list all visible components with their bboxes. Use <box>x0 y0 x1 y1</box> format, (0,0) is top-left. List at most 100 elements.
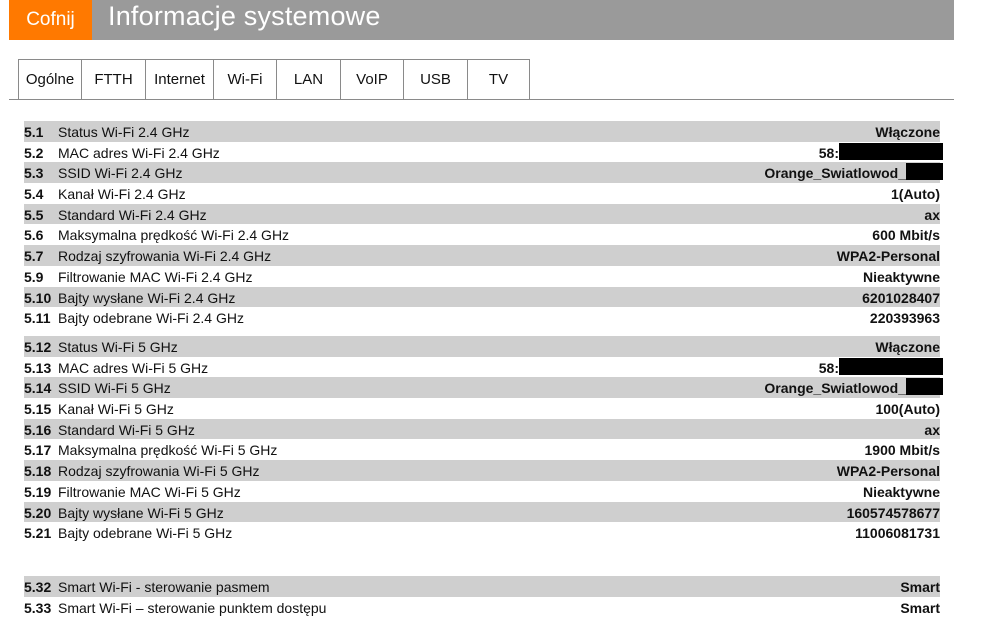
redaction-bar <box>906 163 943 181</box>
row-value: 100(Auto) <box>875 401 940 418</box>
row-value: WPA2-Personal <box>836 248 940 265</box>
page-title: Informacje systemowe <box>108 1 381 31</box>
row-number: 5.17 <box>24 442 52 459</box>
row-number: 5.4 <box>24 186 44 203</box>
info-row: 5.16 Standard Wi-Fi 5 GHz ax <box>24 418 940 440</box>
row-number: 5.18 <box>24 463 52 480</box>
row-number: 5.11 <box>24 310 51 327</box>
row-label: Standard Wi-Fi 5 GHz <box>58 421 195 438</box>
info-row: 5.7 Rodzaj szyfrowania Wi-Fi 2.4 GHz WPA2-… <box>24 245 940 266</box>
row-number: 5.3 <box>24 165 44 182</box>
page-margin <box>954 0 999 626</box>
row-label: Bajty wysłane Wi-Fi 2.4 GHz <box>58 289 236 306</box>
row-number: 5.1 <box>24 124 44 140</box>
row-number: 5.20 <box>24 504 52 521</box>
tab-lan[interactable]: LAN <box>276 59 340 100</box>
row-value: Smart <box>900 599 940 616</box>
info-row: 5.33 Smart Wi-Fi – sterowanie punktem dos… <box>24 597 940 618</box>
row-number: 5.9 <box>24 268 44 285</box>
row-value: Nieaktywne <box>862 483 940 500</box>
wifi-24-section: 5.1 Status Wi-Fi 2.4 GHz Włączone 5.2 MAC ad… <box>24 121 943 328</box>
row-number: 5.14 <box>24 380 52 397</box>
tab-internet[interactable]: Internet <box>145 59 213 100</box>
row-label: Rodzaj szyfrowania Wi-Fi 2.4 GHz <box>58 248 272 265</box>
info-row: 5.21 Bajty odebrane Wi-Fi 5 GHz 1100608173… <box>24 522 940 543</box>
redaction-bar <box>839 357 943 375</box>
row-number: 5.15 <box>24 401 52 418</box>
tab-wi-fi[interactable]: Wi-Fi <box>213 59 276 100</box>
row-label: Kanał Wi-Fi 5 GHz <box>58 401 174 418</box>
row-value: Orange_Swiatlowod_ <box>764 165 906 182</box>
row-number: 5.5 <box>24 206 44 223</box>
row-value: 220393963 <box>869 310 940 327</box>
info-row: 5.18 Rodzaj szyfrowania Wi-Fi 5 GHz WPA2-P… <box>24 460 940 481</box>
tab-usb[interactable]: USB <box>403 59 467 100</box>
row-number: 5.32 <box>24 579 52 595</box>
row-label: Maksymalna prędkość Wi-Fi 2.4 GHz <box>58 227 290 244</box>
row-label: Filtrowanie MAC Wi-Fi 5 GHz <box>58 483 241 500</box>
info-row: 5.32 Smart Wi-Fi - sterowanie pasmem Smart <box>24 576 940 597</box>
row-number: 5.13 <box>24 359 52 376</box>
row-value: Nieaktywne <box>862 268 940 285</box>
back-button[interactable]: Cofnij <box>9 0 92 40</box>
tab-voip[interactable]: VoIP <box>340 59 403 100</box>
row-label: MAC adres Wi-Fi 5 GHz <box>58 359 209 376</box>
row-label: Smart Wi-Fi - sterowanie pasmem <box>58 579 270 595</box>
info-row: 5.12 Status Wi-Fi 5 GHz Włączone <box>24 336 940 357</box>
row-value: Włączone <box>875 124 940 140</box>
row-value: 6201028407 <box>862 289 940 306</box>
row-value: 600 Mbit/s <box>872 227 940 244</box>
row-label: MAC adres Wi-Fi 2.4 GHz <box>58 144 220 161</box>
info-row: 5.1 Status Wi-Fi 2.4 GHz Włączone <box>24 121 940 142</box>
info-row: 5.9 Filtrowanie MAC Wi-Fi 2.4 GHz Nieaktyw… <box>24 266 940 287</box>
row-label: Maksymalna prędkość Wi-Fi 5 GHz <box>58 442 278 459</box>
info-row: 5.2 MAC adres Wi-Fi 2.4 GHz 58: <box>24 142 943 163</box>
row-number: 5.16 <box>24 421 52 438</box>
row-label: Standard Wi-Fi 2.4 GHz <box>58 206 207 223</box>
row-value: Orange_Swiatlowod_ <box>764 380 906 397</box>
row-value: WPA2-Personal <box>836 463 940 480</box>
row-number: 5.33 <box>24 599 52 616</box>
row-label: SSID Wi-Fi 2.4 GHz <box>58 165 183 182</box>
info-row: 5.6 Maksymalna prędkość Wi-Fi 2.4 GHz 600 … <box>24 224 940 245</box>
row-label: Status Wi-Fi 5 GHz <box>58 339 178 355</box>
info-row: 5.13 MAC adres Wi-Fi 5 GHz 58: <box>24 357 943 378</box>
row-number: 5.10 <box>24 289 52 306</box>
row-label: Bajty odebrane Wi-Fi 5 GHz <box>58 525 233 542</box>
row-value: 58: <box>818 144 839 161</box>
wifi-5-section: 5.12 Status Wi-Fi 5 GHz Włączone 5.13 MAC ad… <box>24 336 943 543</box>
row-number: 5.21 <box>24 525 52 542</box>
row-label: Status Wi-Fi 2.4 GHz <box>58 124 190 140</box>
row-label: Smart Wi-Fi – sterowanie punktem dostępu <box>58 599 327 616</box>
row-value: ax <box>924 206 940 223</box>
info-row: 5.14 SSID Wi-Fi 5 GHz Orange_Swiatlowod_ <box>24 377 943 399</box>
row-number: 5.12 <box>24 339 52 355</box>
row-label: Bajty odebrane Wi-Fi 2.4 GHz <box>58 310 244 327</box>
info-row: 5.11 Bajty odebrane Wi-Fi 2.4 GHz 22039396… <box>24 307 940 328</box>
header-bar: Cofnij Informacje systemowe <box>9 0 954 40</box>
row-label: Filtrowanie MAC Wi-Fi 2.4 GHz <box>58 268 253 285</box>
row-label: Bajty wysłane Wi-Fi 5 GHz <box>58 504 224 521</box>
info-row: 5.4 Kanał Wi-Fi 2.4 GHz 1(Auto) <box>24 183 940 204</box>
row-value: ax <box>924 421 940 438</box>
row-label: Rodzaj szyfrowania Wi-Fi 5 GHz <box>58 463 260 480</box>
row-label: SSID Wi-Fi 5 GHz <box>58 380 171 397</box>
row-label: Kanał Wi-Fi 2.4 GHz <box>58 186 186 203</box>
row-value: 1(Auto) <box>891 186 940 203</box>
redaction-bar <box>839 142 943 160</box>
row-value: 160574578677 <box>846 504 940 521</box>
tab-bar: Ogólne FTTH Internet Wi-Fi LAN VoIP USB TV <box>18 59 530 100</box>
redaction-bar <box>906 378 943 396</box>
row-number: 5.19 <box>24 483 52 500</box>
row-value: Smart <box>900 579 940 595</box>
row-value: 11006081731 <box>855 525 940 542</box>
row-number: 5.2 <box>24 144 44 161</box>
info-row: 5.20 Bajty wysłane Wi-Fi 5 GHz 16057457867… <box>24 501 940 523</box>
tab-ftth[interactable]: FTTH <box>81 59 145 100</box>
smart-wifi-section: 5.32 Smart Wi-Fi - sterowanie pasmem Smart… <box>24 576 940 617</box>
tab-tv[interactable]: TV <box>467 59 530 100</box>
info-row: 5.15 Kanał Wi-Fi 5 GHz 100(Auto) <box>24 398 940 419</box>
info-row: 5.3 SSID Wi-Fi 2.4 GHz Orange_Swiatlowod_ <box>24 162 943 184</box>
tab-og-lne[interactable]: Ogólne <box>18 59 81 100</box>
info-row: 5.10 Bajty wysłane Wi-Fi 2.4 GHz 620102840… <box>24 286 940 308</box>
